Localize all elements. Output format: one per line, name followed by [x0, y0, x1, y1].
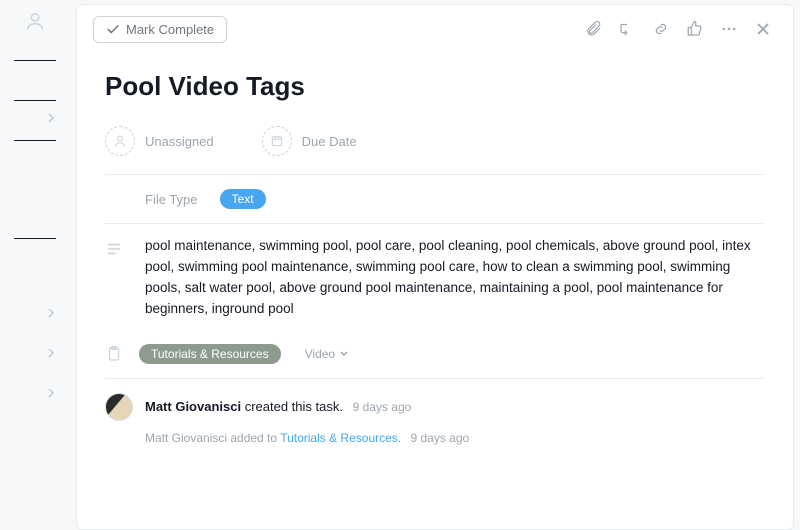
- added-project-link[interactable]: Tutorials & Resources: [280, 431, 398, 445]
- sidebar-item[interactable]: [14, 100, 56, 134]
- sidebar-item[interactable]: [14, 60, 56, 94]
- assignee-label: Unassigned: [145, 134, 214, 149]
- calendar-icon: [262, 126, 292, 156]
- task-title[interactable]: Pool Video Tags: [105, 71, 765, 102]
- due-date-field[interactable]: Due Date: [262, 126, 357, 156]
- meta-row: Unassigned Due Date: [105, 120, 765, 175]
- project-pill[interactable]: Tutorials & Resources: [139, 344, 281, 364]
- paperclip-icon: [584, 20, 602, 38]
- sidebar-item[interactable]: [14, 336, 56, 370]
- check-icon: [106, 22, 120, 36]
- projects-row: Tutorials & Resources Video: [105, 330, 765, 378]
- attach-button[interactable]: [579, 15, 607, 43]
- mark-complete-label: Mark Complete: [126, 22, 214, 37]
- subtask-button[interactable]: [613, 15, 641, 43]
- section-dropdown[interactable]: Video: [293, 344, 355, 364]
- due-date-label: Due Date: [302, 134, 357, 149]
- more-button[interactable]: [715, 15, 743, 43]
- thumbs-up-icon: [686, 20, 704, 38]
- activity-created: Matt Giovanisci created this task. 9 day…: [105, 379, 765, 421]
- close-button[interactable]: [749, 15, 777, 43]
- mark-complete-button[interactable]: Mark Complete: [93, 16, 227, 43]
- sidebar-item[interactable]: [14, 198, 56, 232]
- created-ago: 9 days ago: [353, 400, 412, 414]
- link-icon: [652, 20, 670, 38]
- custom-field-value[interactable]: Text: [220, 189, 266, 209]
- user-avatar-placeholder: [24, 10, 46, 32]
- left-rail: [0, 0, 70, 530]
- copy-link-button[interactable]: [647, 15, 675, 43]
- section-label: Video: [305, 347, 335, 361]
- ellipsis-icon: [720, 20, 738, 38]
- creator-name: Matt Giovanisci: [145, 399, 241, 414]
- task-content: Pool Video Tags Unassigned Due Date File…: [77, 49, 793, 529]
- person-icon: [105, 126, 135, 156]
- chevron-down-icon: [339, 349, 349, 359]
- clipboard-icon: [105, 344, 127, 364]
- activity-created-text: Matt Giovanisci created this task. 9 day…: [145, 399, 411, 414]
- description-row: pool maintenance, swimming pool, pool ca…: [105, 224, 765, 330]
- custom-field-label: File Type: [145, 192, 198, 207]
- task-topbar: Mark Complete: [77, 5, 793, 49]
- sidebar-item[interactable]: [14, 140, 56, 174]
- subtask-icon: [618, 20, 636, 38]
- activity-added: Matt Giovanisci added to Tutorials & Res…: [105, 421, 765, 445]
- sidebar-item[interactable]: [14, 238, 56, 272]
- sidebar-item[interactable]: [14, 296, 56, 330]
- task-description[interactable]: pool maintenance, swimming pool, pool ca…: [145, 236, 765, 320]
- like-button[interactable]: [681, 15, 709, 43]
- custom-field-row: File Type Text: [105, 175, 765, 223]
- close-icon: [755, 21, 771, 37]
- added-ago: 9 days ago: [410, 431, 469, 445]
- description-icon: [105, 240, 127, 258]
- assignee-field[interactable]: Unassigned: [105, 126, 214, 156]
- creator-avatar[interactable]: [105, 393, 133, 421]
- task-detail-pane: Mark Complete Pool Video Tags: [76, 4, 794, 530]
- sidebar-item[interactable]: [14, 376, 56, 410]
